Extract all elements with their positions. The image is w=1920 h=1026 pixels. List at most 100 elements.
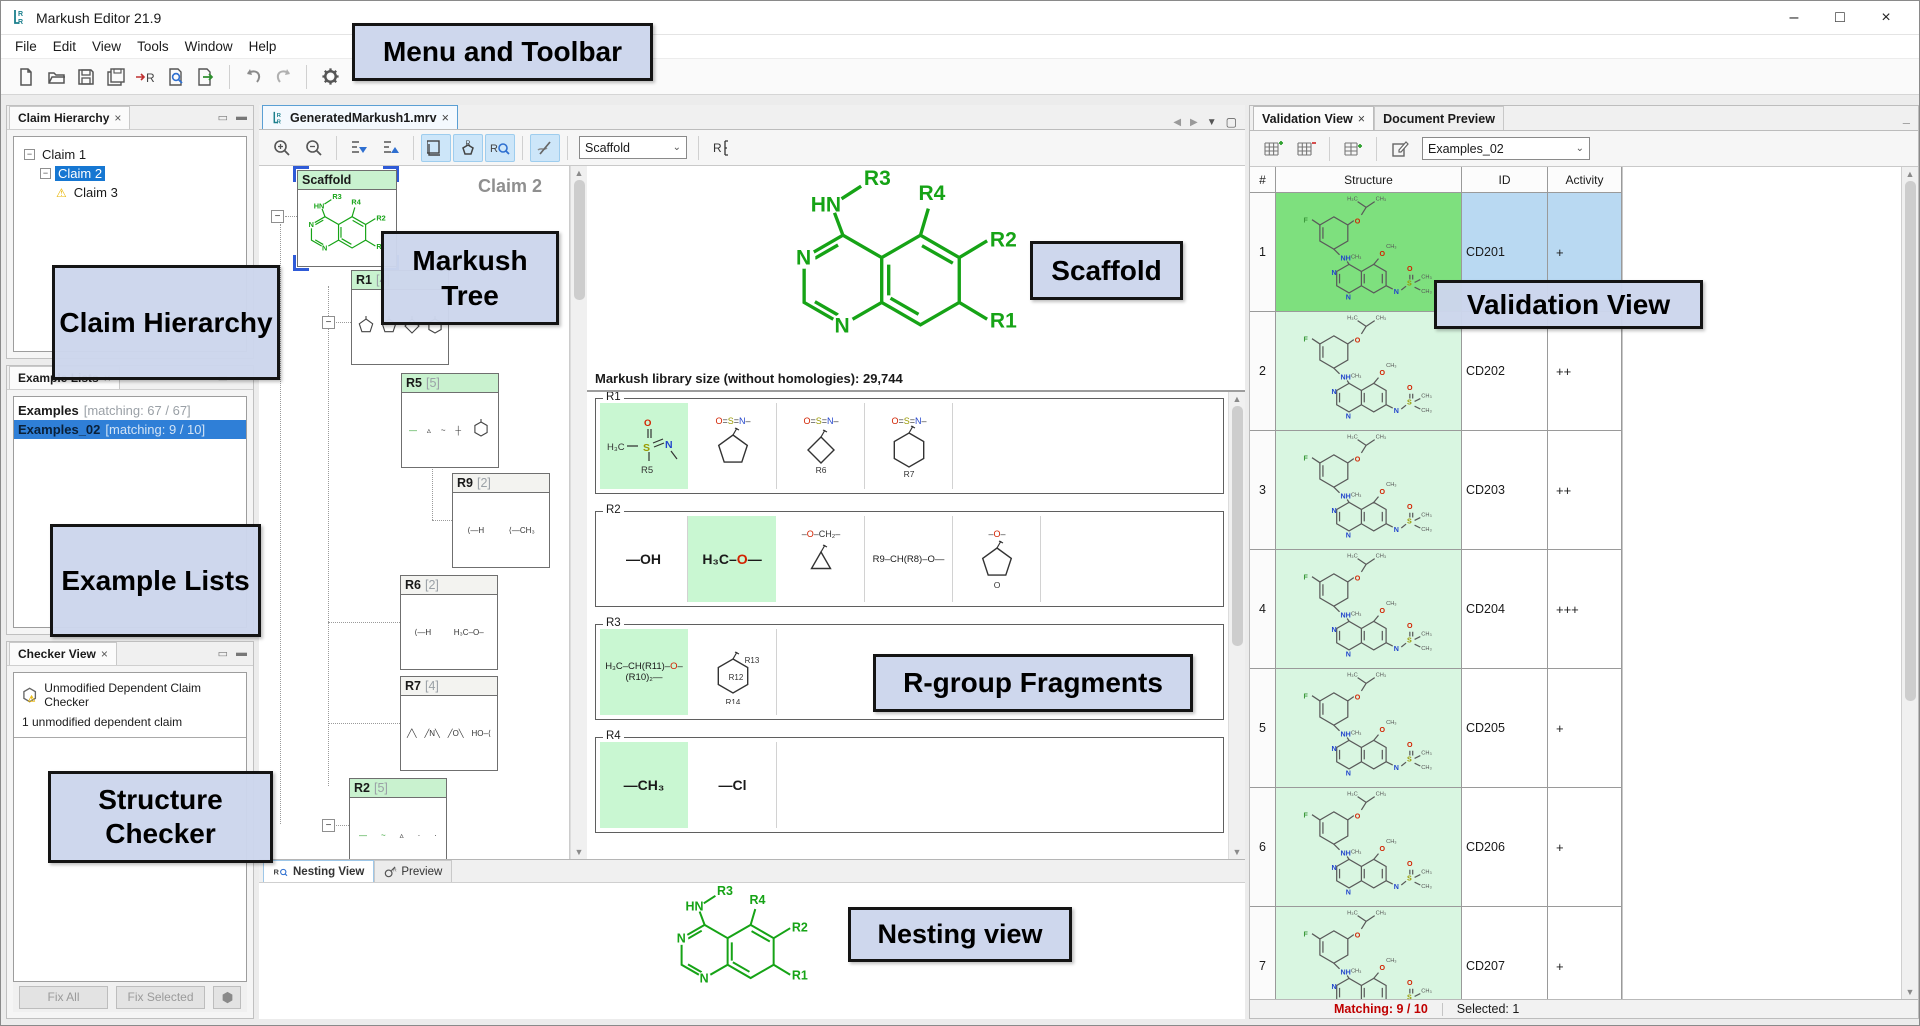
remove-row-button[interactable] xyxy=(1291,135,1321,163)
tab-document-preview[interactable]: Document Preview xyxy=(1374,106,1504,130)
cell-activity[interactable]: + xyxy=(1548,907,1622,999)
close-tab-icon[interactable]: × xyxy=(101,647,108,661)
fragment-tile[interactable]: O=S=N– xyxy=(689,403,777,489)
fragment-tile[interactable]: H₃C–O— xyxy=(688,516,776,602)
table-row[interactable]: 6CD206+ xyxy=(1250,788,1622,907)
column-header-num[interactable]: # xyxy=(1250,167,1276,192)
export-document-button[interactable] xyxy=(191,63,221,91)
scroll-down-icon[interactable]: ▼ xyxy=(575,847,584,857)
example-list-dropdown[interactable]: Examples_02 ⌄ xyxy=(1422,137,1590,160)
tree-node-header[interactable]: R6[2] xyxy=(401,576,497,595)
column-header-structure[interactable]: Structure xyxy=(1276,167,1462,192)
cell-activity[interactable]: +++ xyxy=(1548,550,1622,668)
scroll-down-icon[interactable]: ▼ xyxy=(1906,987,1915,997)
claim-label[interactable]: Claim 3 xyxy=(71,185,121,200)
cell-structure[interactable] xyxy=(1276,669,1462,787)
cell-structure[interactable] xyxy=(1276,907,1462,999)
view-mode-dropdown[interactable]: Scaffold ⌄ xyxy=(579,136,687,159)
restore-pane-icon[interactable]: ▢ xyxy=(1226,115,1237,129)
tree-expander-icon[interactable]: − xyxy=(24,149,35,160)
hide-hydrogens-toggle[interactable] xyxy=(530,134,560,162)
close-button[interactable]: × xyxy=(1863,3,1909,33)
expand-all-button[interactable] xyxy=(344,134,374,162)
add-row-button[interactable] xyxy=(1258,135,1288,163)
table-row[interactable]: 7CD207+ xyxy=(1250,907,1622,999)
show-rq-toggle[interactable]: R xyxy=(485,134,515,162)
cell-id[interactable]: CD206 xyxy=(1462,788,1548,906)
menu-tools[interactable]: Tools xyxy=(129,37,177,56)
tree-expander[interactable]: − xyxy=(322,819,335,832)
rgroup-assign-button[interactable]: R xyxy=(131,63,161,91)
tree-node-r2[interactable]: R2[5]—~▵·· xyxy=(349,778,447,859)
scroll-up-icon[interactable]: ▲ xyxy=(575,168,584,178)
fragment-tile[interactable]: —CH₃ xyxy=(600,742,688,828)
show-panels-toggle[interactable] xyxy=(421,134,451,162)
show-structures-toggle[interactable]: R xyxy=(453,134,483,162)
table-row[interactable]: 5CD205+ xyxy=(1250,669,1622,788)
scroll-up-icon[interactable]: ▲ xyxy=(1906,169,1915,179)
save-button[interactable] xyxy=(71,63,101,91)
rgroup-bracket-button[interactable]: R xyxy=(706,134,736,162)
cell-activity[interactable]: ++ xyxy=(1548,312,1622,430)
fragment-tile[interactable]: H₃C–CH(R11)–O–(R10)₂— xyxy=(600,629,688,715)
fragment-tile[interactable]: –O–CH₂– xyxy=(777,516,865,602)
redo-button[interactable] xyxy=(268,63,298,91)
scrollbar-thumb[interactable] xyxy=(574,180,585,300)
tree-node-header[interactable]: R5[5] xyxy=(402,374,498,393)
tree-node-header[interactable]: R2[5] xyxy=(350,779,446,798)
zoom-in-button[interactable] xyxy=(267,134,297,162)
fragment-tile[interactable]: H₃CSONR5 xyxy=(600,403,688,489)
minimize-panel-icon[interactable]: – xyxy=(1903,115,1910,130)
cell-structure[interactable] xyxy=(1276,550,1462,668)
fragment-tile[interactable]: R13R12R14 xyxy=(689,629,777,715)
tab-preview[interactable]: R Preview xyxy=(374,860,452,882)
example-list-item[interactable]: Examples[matching: 67 / 67] xyxy=(14,401,246,420)
table-row[interactable]: 3CD203++ xyxy=(1250,431,1622,550)
menu-help[interactable]: Help xyxy=(241,37,285,56)
prev-tab-icon[interactable]: ◀ xyxy=(1173,117,1181,128)
scrollbar-thumb[interactable] xyxy=(1232,406,1243,646)
tree-expander[interactable]: − xyxy=(322,316,335,329)
menu-view[interactable]: View xyxy=(84,37,129,56)
claim-tree-row[interactable]: −Claim 2 xyxy=(18,164,242,183)
menu-window[interactable]: Window xyxy=(177,37,241,56)
cell-id[interactable]: CD202 xyxy=(1462,312,1548,430)
cell-id[interactable]: CD207 xyxy=(1462,907,1548,999)
cell-activity[interactable]: + xyxy=(1548,788,1622,906)
cell-structure[interactable] xyxy=(1276,788,1462,906)
tree-expander-icon[interactable]: − xyxy=(40,168,51,179)
claim-tree-row[interactable]: ⚠Claim 3 xyxy=(18,183,242,202)
scaffold-structure[interactable] xyxy=(780,168,1032,350)
close-tab-icon[interactable]: × xyxy=(114,111,121,125)
tab-claim-hierarchy[interactable]: Claim Hierarchy × xyxy=(9,106,130,129)
checker-item[interactable]: ⚠ Unmodified Dependent Claim Checker xyxy=(14,673,246,713)
claim-label[interactable]: Claim 2 xyxy=(55,166,105,181)
close-tab-icon[interactable]: × xyxy=(442,111,449,125)
tree-expander[interactable]: − xyxy=(271,210,284,223)
settings-gear-button[interactable] xyxy=(315,63,345,91)
fragment-tile[interactable]: —OH xyxy=(600,516,688,602)
menu-edit[interactable]: Edit xyxy=(45,37,84,56)
maximize-button[interactable]: □ xyxy=(1817,3,1863,33)
column-header-id[interactable]: ID xyxy=(1462,167,1548,192)
example-list-item[interactable]: Examples_02[matching: 9 / 10] xyxy=(14,420,246,439)
new-document-button[interactable] xyxy=(11,63,41,91)
fix-selected-button[interactable]: Fix Selected xyxy=(116,986,205,1009)
cell-id[interactable]: CD203 xyxy=(1462,431,1548,549)
tree-node-header[interactable]: Scaffold xyxy=(298,171,396,190)
checker-options-button[interactable] xyxy=(213,986,241,1009)
column-header-activity[interactable]: Activity xyxy=(1548,167,1622,192)
undo-button[interactable] xyxy=(238,63,268,91)
scroll-up-icon[interactable]: ▲ xyxy=(1233,394,1242,404)
cell-activity[interactable]: ++ xyxy=(1548,431,1622,549)
add-list-button[interactable] xyxy=(1338,135,1368,163)
nesting-structure[interactable] xyxy=(667,885,817,993)
fix-all-button[interactable]: Fix All xyxy=(19,986,108,1009)
fragment-tile[interactable]: O=S=N–R6 xyxy=(777,403,865,489)
cell-activity[interactable]: + xyxy=(1548,669,1622,787)
tab-validation-view[interactable]: Validation View × xyxy=(1253,106,1374,130)
tree-node-r5[interactable]: R5[5]—▵~┼ xyxy=(401,373,499,468)
next-tab-icon[interactable]: ▶ xyxy=(1190,117,1198,128)
scroll-down-icon[interactable]: ▼ xyxy=(1233,847,1242,857)
close-tab-icon[interactable]: × xyxy=(1358,112,1365,126)
